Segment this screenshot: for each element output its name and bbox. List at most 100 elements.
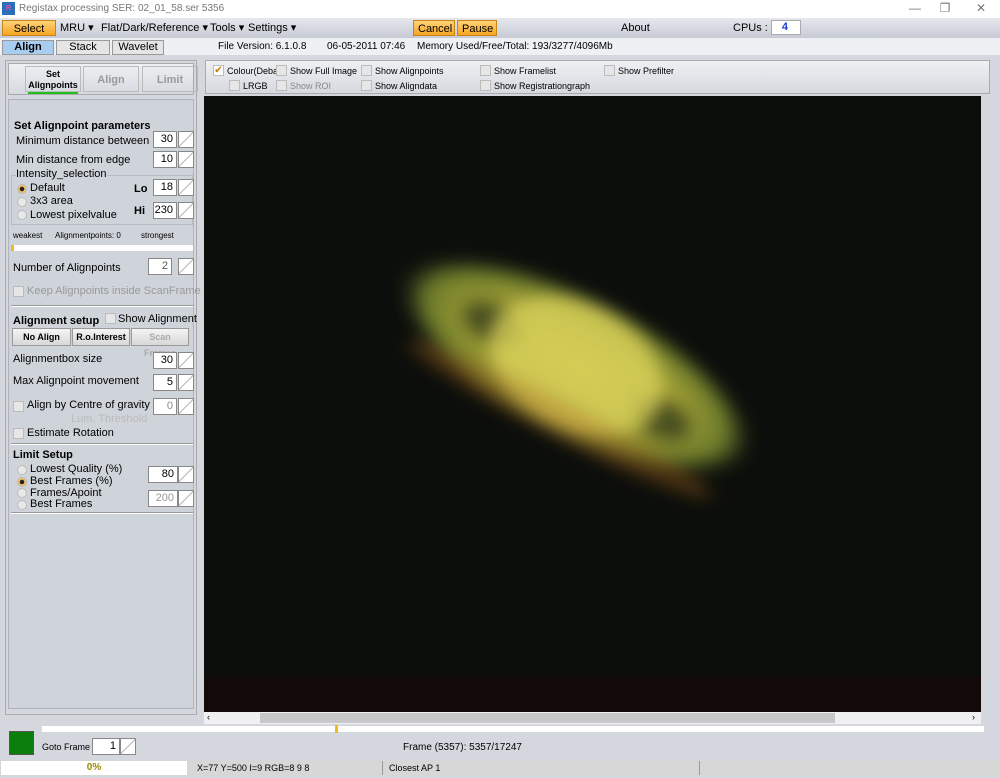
menu-settings[interactable]: Settings ▾	[244, 20, 300, 36]
show-alignment-label: Show Alignment	[118, 313, 197, 325]
min-edge-label: Min distance from edge	[16, 154, 131, 166]
closest-ap: Closest AP 1	[385, 761, 700, 775]
min-distance-input[interactable]: 30	[153, 131, 177, 148]
roi-label: Show ROI	[290, 81, 332, 91]
best-frames-spinner[interactable]	[178, 490, 194, 507]
cancel-button[interactable]: Cancel	[413, 20, 455, 36]
goto-frame-spinner[interactable]	[120, 738, 136, 755]
best-frames-radio[interactable]	[17, 500, 27, 510]
hi-input[interactable]: 230	[153, 202, 177, 219]
best-pct-radio[interactable]	[17, 477, 27, 487]
area-radio[interactable]	[17, 197, 27, 207]
registrationgraph-label: Show Registrationgraph	[494, 81, 591, 91]
cog-spinner[interactable]	[178, 398, 194, 415]
best-frames-input[interactable]: 200	[148, 490, 178, 507]
num-alignpoints-spinner[interactable]	[178, 258, 194, 275]
menu-bar: Select MRU ▾ Flat/Dark/Reference ▾ Tools…	[0, 18, 1000, 38]
pixel-readout: X=77 Y=500 I=9 RGB=8 9 8	[193, 761, 383, 775]
keep-inside-label: Keep Alignpoints inside ScanFrame	[27, 285, 201, 297]
close-button[interactable]: ✕	[966, 1, 996, 17]
cpus-value: 4	[781, 21, 788, 33]
boxsize-input[interactable]: 30	[153, 352, 177, 369]
scroll-right-icon[interactable]: ›	[972, 712, 975, 722]
full-image-checkbox[interactable]	[276, 65, 287, 76]
scroll-left-icon[interactable]: ‹	[207, 712, 210, 722]
frames-apoint-radio[interactable]	[17, 488, 27, 498]
alignpoints-checkbox[interactable]	[361, 65, 372, 76]
roi-checkbox[interactable]	[276, 80, 287, 91]
rotation-label: Estimate Rotation	[27, 427, 114, 439]
memory-info: Memory Used/Free/Total: 193/3277/4096Mb	[417, 41, 613, 52]
full-image-label: Show Full Image	[290, 66, 358, 76]
boxsize-label: Alignmentbox size	[13, 353, 103, 365]
goto-frame-label: Goto Frame	[42, 742, 91, 752]
menu-about[interactable]: About	[617, 20, 654, 36]
cpus-spinner[interactable]: 4	[771, 20, 801, 35]
lrgb-checkbox[interactable]	[229, 80, 240, 91]
num-alignpoints-input[interactable]: 2	[148, 258, 172, 275]
min-edge-spinner[interactable]	[178, 151, 194, 168]
tab-stack[interactable]: Stack	[56, 40, 110, 55]
roi-button[interactable]: R.o.Interest	[72, 328, 130, 346]
boxsize-spinner[interactable]	[178, 352, 194, 369]
goto-frame-input[interactable]: 1	[92, 738, 120, 755]
cog-input[interactable]: 0	[153, 398, 177, 415]
pause-button[interactable]: Pause	[457, 20, 497, 36]
frame-slider[interactable]	[42, 725, 984, 733]
no-align-button[interactable]: No Align	[12, 328, 71, 346]
minimize-button[interactable]: —	[900, 1, 930, 17]
scan-frames-button[interactable]: Scan Frames	[131, 328, 189, 358]
menu-flat-dark-reference[interactable]: Flat/Dark/Reference ▾	[97, 20, 212, 36]
menu-tools[interactable]: Tools ▾	[206, 20, 248, 36]
strongest-label: strongest	[141, 231, 174, 240]
horizontal-scrollbar[interactable]: ‹ ›	[204, 712, 981, 724]
menu-mru[interactable]: MRU ▾	[56, 20, 98, 36]
lum-threshold-label: Lum. Threshold	[71, 413, 148, 425]
maximize-button[interactable]: ❐	[930, 1, 960, 17]
lo-spinner[interactable]	[178, 179, 194, 196]
alignmentpoints-count: Alignmentpoints: 0	[55, 231, 121, 240]
registrationgraph-checkbox[interactable]	[480, 80, 491, 91]
default-radio[interactable]	[17, 184, 27, 194]
strength-slider[interactable]	[11, 245, 193, 251]
divider	[11, 512, 193, 514]
keep-inside-checkbox[interactable]	[13, 286, 24, 297]
framelist-label: Show Framelist	[494, 66, 557, 76]
aligndata-checkbox[interactable]	[361, 80, 372, 91]
title-bar: R Registax processing SER: 02_01_58.ser …	[0, 0, 1000, 18]
prefilter-label: Show Prefilter	[618, 66, 675, 76]
limit-button[interactable]: Limit	[142, 66, 198, 92]
framelist-checkbox[interactable]	[480, 65, 491, 76]
cog-checkbox[interactable]	[13, 401, 24, 412]
maxmove-input[interactable]: 5	[153, 374, 177, 391]
scroll-thumb[interactable]	[260, 713, 835, 723]
tab-wavelet[interactable]: Wavelet	[112, 40, 164, 55]
show-alignment-checkbox[interactable]	[105, 313, 116, 324]
set-alignpoints-button[interactable]: Set Alignpoints	[25, 66, 81, 94]
lowest-pixel-radio[interactable]	[17, 210, 27, 220]
alignpoints-label: Alignpoints	[28, 80, 78, 90]
rotation-checkbox[interactable]	[13, 428, 24, 439]
image-viewer[interactable]	[204, 96, 981, 712]
prefilter-checkbox[interactable]	[604, 65, 615, 76]
cpus-label: CPUs :	[733, 22, 768, 34]
status-indicator	[9, 731, 34, 755]
best-frames-label: Best Frames	[30, 498, 93, 510]
maxmove-spinner[interactable]	[178, 374, 194, 391]
select-button[interactable]: Select	[2, 20, 56, 36]
weakest-label: weakest	[13, 231, 43, 240]
left-panel: Set Alignpoints Align Limit Set Alignpoin…	[5, 60, 201, 715]
hi-label: Hi	[134, 205, 145, 217]
min-distance-spinner[interactable]	[178, 131, 194, 148]
best-pct-input[interactable]: 80	[148, 466, 178, 483]
lo-input[interactable]: 18	[153, 179, 177, 196]
tab-align[interactable]: Align	[2, 40, 54, 55]
saturn-image	[204, 256, 981, 712]
lowest-quality-radio[interactable]	[17, 465, 27, 475]
align-button[interactable]: Align	[83, 66, 139, 92]
frame-slider-thumb[interactable]	[334, 725, 338, 733]
hi-spinner[interactable]	[178, 202, 194, 219]
best-pct-spinner[interactable]	[178, 466, 194, 483]
min-edge-input[interactable]: 10	[153, 151, 177, 168]
colour-checkbox[interactable]: ✔	[213, 65, 224, 76]
